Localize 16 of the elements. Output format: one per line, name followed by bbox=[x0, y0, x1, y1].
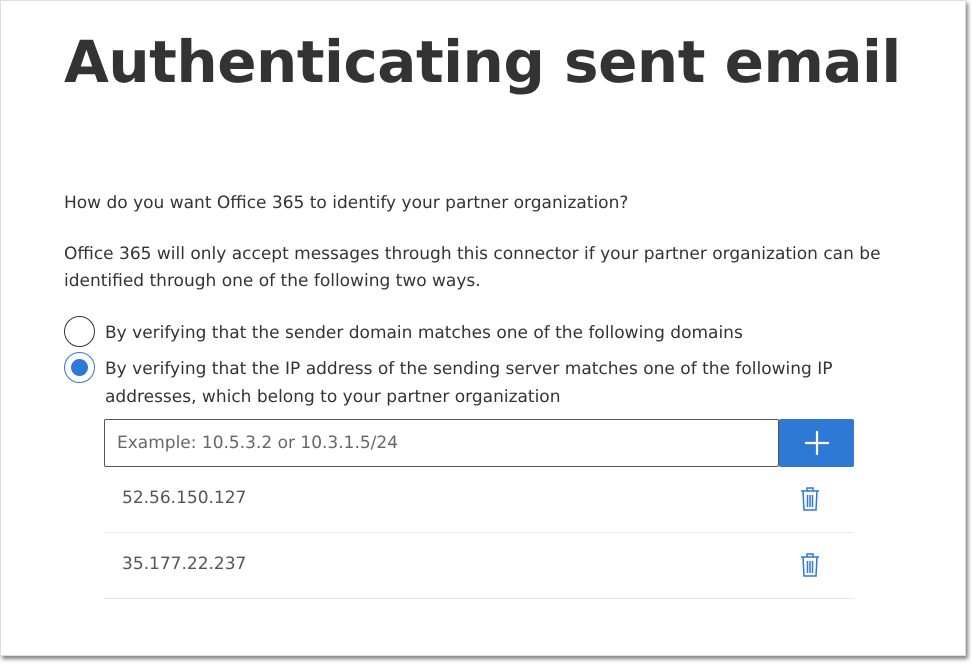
delete-button[interactable] bbox=[800, 486, 820, 512]
trash-icon bbox=[800, 486, 820, 512]
option-label: By verifying that the IP address of the sending server matches one of the following IP addresses, which belong to your partner organization bbox=[105, 358, 834, 409]
ip-input-field[interactable]: Example: 10.5.3.2 or 10.3.1.5/24 bbox=[104, 418, 779, 467]
ip-address-text: 52.56.150.127 bbox=[122, 487, 246, 510]
radio-button[interactable] bbox=[64, 352, 95, 383]
plus-icon bbox=[802, 428, 830, 457]
ip-address-text: 35.177.22.237 bbox=[122, 553, 246, 576]
trash-icon bbox=[800, 552, 820, 578]
add-button[interactable] bbox=[779, 418, 854, 467]
option-label: By verifying that the sender domain matches one of the following domains bbox=[105, 322, 743, 345]
description-text: Office 365 will only accept messages through this connector if your partner organization can be identified through one of the following two ways. bbox=[64, 242, 882, 293]
radio-button[interactable] bbox=[64, 316, 95, 347]
question-text: How do you want Office 365 to identify your partner organization? bbox=[64, 192, 630, 215]
delete-button[interactable] bbox=[800, 552, 820, 578]
page-title: Authenticating sent email bbox=[64, 29, 902, 96]
